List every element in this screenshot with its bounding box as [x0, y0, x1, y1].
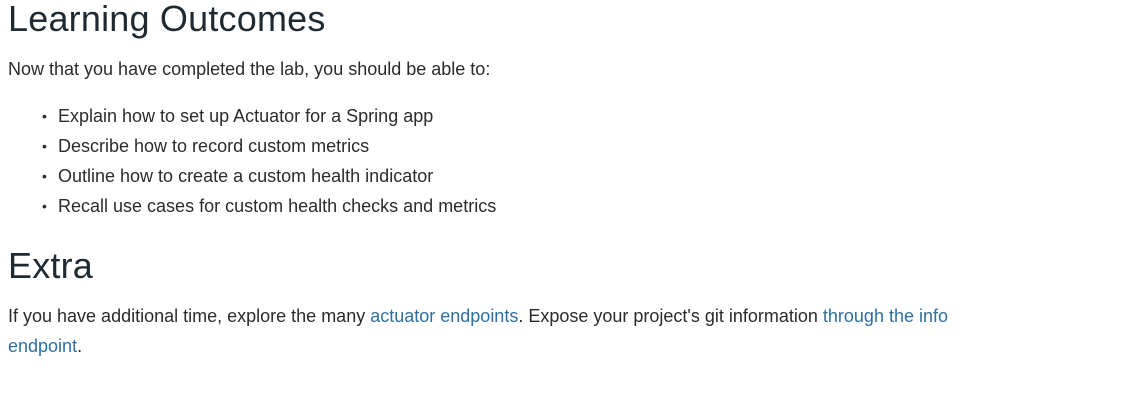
learning-outcomes-intro: Now that you have completed the lab, you… — [8, 59, 491, 79]
extra-text-part-1: If you have additional time, explore the… — [8, 306, 371, 326]
learning-outcomes-heading: Learning Outcomes — [8, 0, 326, 39]
actuator-endpoints-link[interactable]: actuator endpoints — [370, 306, 518, 326]
extra-paragraph: If you have additional time, explore the… — [8, 301, 1018, 361]
learning-outcomes-list: • Explain how to set up Actuator for a S… — [40, 101, 496, 221]
list-item-text: Explain how to set up Actuator for a Spr… — [58, 106, 434, 126]
list-item: • Outline how to create a custom health … — [40, 161, 496, 191]
extra-text-part-2: . Expose your project's git information — [518, 306, 823, 326]
bullet-icon: • — [42, 168, 47, 184]
list-item-text: Recall use cases for custom health check… — [58, 196, 497, 216]
list-item: • Explain how to set up Actuator for a S… — [40, 101, 496, 131]
extra-heading: Extra — [8, 245, 94, 286]
list-item: • Recall use cases for custom health che… — [40, 191, 496, 221]
list-item-text: Describe how to record custom metrics — [58, 136, 370, 156]
list-item: • Describe how to record custom metrics — [40, 131, 496, 161]
extra-text-part-3: . — [77, 336, 83, 356]
list-item-text: Outline how to create a custom health in… — [58, 166, 434, 186]
bullet-icon: • — [42, 108, 47, 124]
bullet-icon: • — [42, 198, 47, 214]
bullet-icon: • — [42, 138, 47, 154]
lab-content: Learning Outcomes Now that you have comp… — [0, 0, 1122, 417]
